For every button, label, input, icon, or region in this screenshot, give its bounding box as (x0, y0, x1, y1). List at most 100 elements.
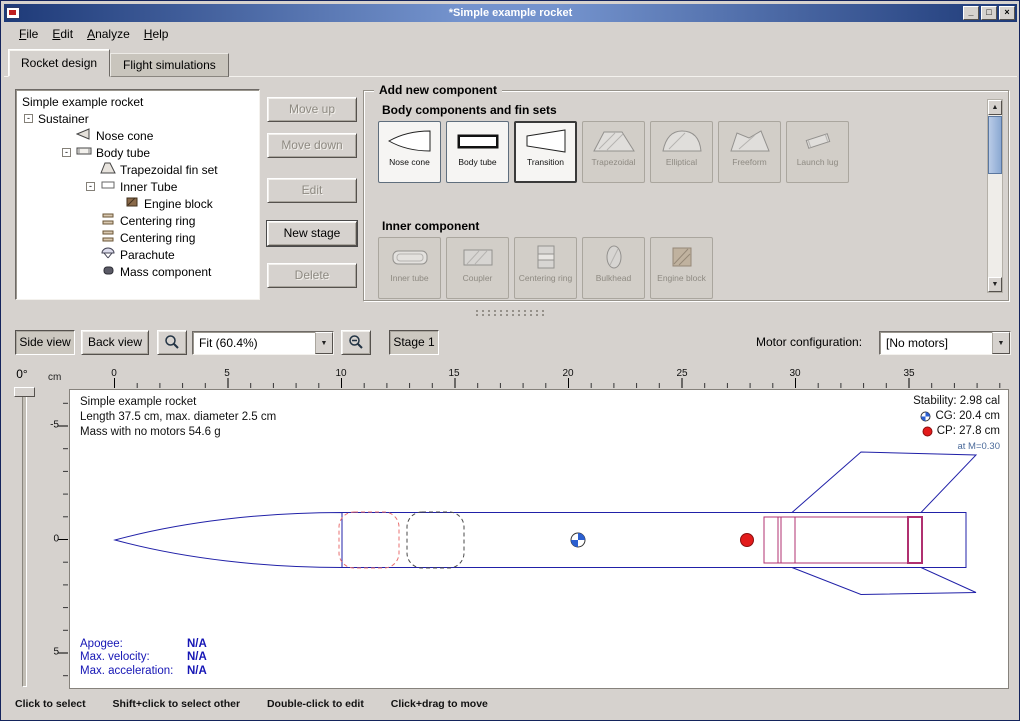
add-body-tube-button[interactable]: Body tube (446, 121, 509, 183)
tree-item-stage[interactable]: - Sustainer (16, 110, 259, 127)
body-tube-icon (455, 127, 501, 155)
menu-file[interactable]: File (12, 25, 45, 43)
tree-item-inner-tube[interactable]: - Inner Tube (16, 178, 259, 195)
tree-item-nose-cone[interactable]: Nose cone (16, 127, 259, 144)
move-down-button: Move down (267, 133, 357, 158)
scroll-down-icon[interactable]: ▼ (988, 277, 1002, 292)
scroll-up-icon[interactable]: ▲ (988, 100, 1002, 115)
menu-help[interactable]: Help (137, 25, 176, 43)
max-velocity-value: N/A (187, 651, 207, 665)
nose-cone-icon (387, 127, 433, 155)
freeform-fin-icon (727, 127, 773, 155)
fin-upper-shape[interactable] (792, 452, 976, 513)
edit-button: Edit (267, 178, 357, 203)
status-hint: Double-click to edit (267, 698, 364, 710)
stability-value: Stability: 2.98 cal (913, 394, 1000, 409)
zoom-value: Fit (60.4%) (193, 336, 315, 350)
tree-item-label: Body tube (96, 146, 150, 160)
ruler-tick-label: 0 (53, 534, 59, 545)
add-launch-lug-button: Launch lug (786, 121, 849, 183)
rocket-design-canvas[interactable]: Simple example rocket Length 37.5 cm, ma… (69, 389, 1009, 689)
nose-cone-icon (76, 128, 92, 143)
mach-value: at M=0.30 (957, 439, 1000, 454)
new-stage-button[interactable]: New stage (267, 221, 357, 246)
side-view-button[interactable]: Side view (15, 330, 75, 355)
rotation-slider-handle[interactable] (14, 387, 35, 397)
tree-item-label: Trapezoidal fin set (120, 163, 218, 177)
nose-cone-shape[interactable] (115, 513, 342, 568)
chevron-down-icon[interactable]: ▼ (992, 332, 1010, 354)
tree-expander-icon[interactable]: - (24, 114, 33, 123)
tree-expander-icon[interactable]: - (62, 148, 71, 157)
engine-block-icon (124, 196, 140, 211)
cg-icon (920, 411, 931, 422)
ruler-tick-label: 25 (676, 368, 687, 379)
scrollbar-thumb[interactable] (988, 116, 1002, 174)
ruler-tick-label: 30 (789, 368, 800, 379)
tree-item-rocket[interactable]: Simple example rocket (16, 93, 259, 110)
zoom-in-button[interactable] (157, 330, 187, 355)
ruler-tick-label: 10 (335, 368, 346, 379)
tree-item-label: Inner Tube (120, 180, 177, 194)
body-tube-shape[interactable] (342, 513, 966, 568)
rocket-info: Simple example rocket Length 37.5 cm, ma… (80, 395, 276, 440)
fin-lower-shape[interactable] (792, 568, 976, 595)
tree-item-centering-ring[interactable]: Centering ring (16, 229, 259, 246)
component-scrollbar[interactable]: ▲ ▼ (987, 99, 1003, 293)
delete-button: Delete (267, 263, 357, 288)
stage-1-toggle[interactable]: Stage 1 (389, 330, 439, 355)
add-nose-cone-button[interactable]: Nose cone (378, 121, 441, 183)
tree-item-fin-set[interactable]: Trapezoidal fin set (16, 161, 259, 178)
ruler-unit-label: cm (48, 372, 61, 383)
flight-data: Apogee:N/A Max. velocity:N/A Max. accele… (80, 638, 207, 679)
motor-configuration-value: [No motors] (880, 336, 992, 350)
tree-item-engine-block[interactable]: Engine block (16, 195, 259, 212)
back-view-button[interactable]: Back view (81, 330, 149, 355)
minimize-icon[interactable]: _ (963, 6, 979, 20)
elliptical-fin-icon (659, 127, 705, 155)
rocket-mass: Mass with no motors 54.6 g (80, 425, 276, 440)
status-bar: Click to select Shift+click to select ot… (15, 698, 512, 710)
component-tree[interactable]: Simple example rocket - Sustainer Nose c… (15, 89, 260, 300)
menu-analyze[interactable]: Analyze (80, 25, 137, 43)
cp-marker[interactable] (741, 534, 754, 547)
tree-item-body-tube[interactable]: - Body tube (16, 144, 259, 161)
tree-item-label: Nose cone (96, 129, 153, 143)
add-transition-button[interactable]: Transition (514, 121, 577, 183)
tab-rocket-design[interactable]: Rocket design (8, 49, 110, 77)
add-elliptical-button: Elliptical (650, 121, 713, 183)
tree-item-label: Parachute (120, 248, 175, 262)
body-tube-icon (76, 145, 92, 160)
zoom-combobox[interactable]: Fit (60.4%) ▼ (192, 331, 334, 355)
tree-item-label: Centering ring (120, 231, 195, 245)
maximize-icon[interactable]: □ (981, 6, 997, 20)
inner-tube-icon (100, 179, 116, 194)
menu-edit[interactable]: Edit (45, 25, 80, 43)
status-hint: Shift+click to select other (113, 698, 241, 710)
tree-item-mass-component[interactable]: Mass component (16, 263, 259, 280)
tree-expander-icon[interactable]: - (86, 182, 95, 191)
tree-item-centering-ring[interactable]: Centering ring (16, 212, 259, 229)
ruler-tick-label: 5 (53, 647, 59, 658)
panel-splitter[interactable] (1, 307, 1019, 317)
cg-marker[interactable] (571, 533, 585, 547)
magnifier-icon (164, 334, 180, 350)
cg-value: CG: 20.4 cm (935, 409, 1000, 424)
bulkhead-icon (591, 243, 637, 271)
chevron-down-icon[interactable]: ▼ (315, 332, 333, 354)
titlebar[interactable]: *Simple example rocket _ □ × (4, 4, 1017, 22)
add-coupler-button: Coupler (446, 237, 509, 299)
max-acceleration-value: N/A (187, 665, 207, 679)
vertical-ruler: -5 0 5 (43, 389, 68, 689)
close-icon[interactable]: × (999, 6, 1015, 20)
rocket-name: Simple example rocket (80, 395, 276, 410)
zoom-fit-button[interactable] (341, 330, 371, 355)
mass-component-icon (100, 264, 116, 279)
rotation-angle-label: 0° (7, 367, 37, 381)
motor-configuration-combobox[interactable]: [No motors] ▼ (879, 331, 1011, 355)
tree-item-parachute[interactable]: Parachute (16, 246, 259, 263)
stability-info: Stability: 2.98 cal CG: 20.4 cm CP: 27.8… (913, 394, 1000, 454)
tab-flight-simulations[interactable]: Flight simulations (110, 53, 229, 77)
status-hint: Click to select (15, 698, 86, 710)
parachute-icon (100, 247, 116, 262)
